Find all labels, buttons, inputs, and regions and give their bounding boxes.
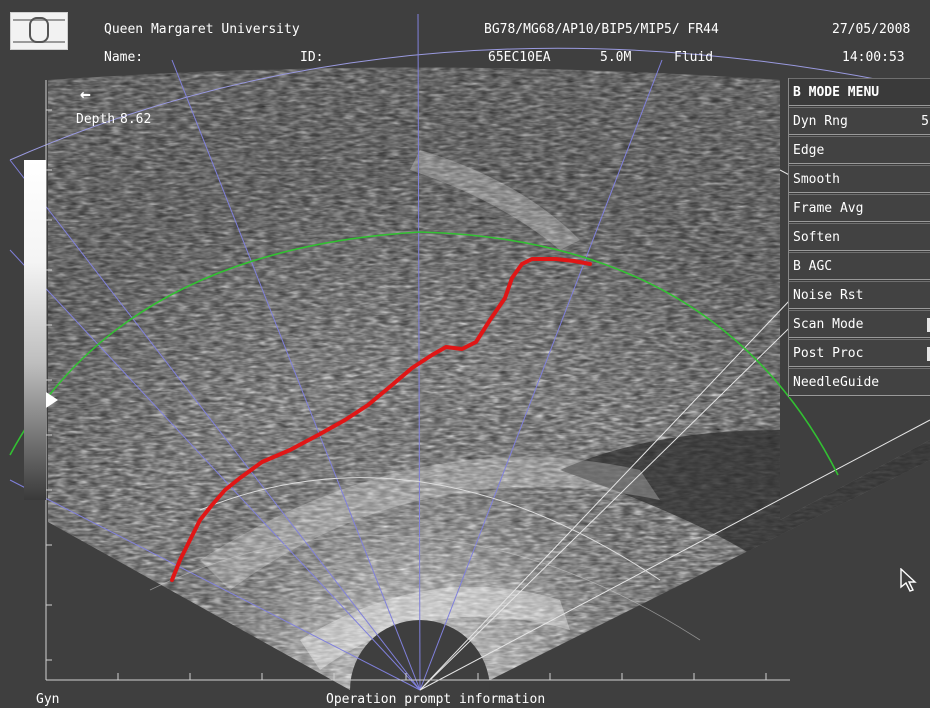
depth-value: 8.62 — [120, 112, 152, 127]
university-logo-icon — [10, 12, 68, 50]
dyn-rng-value: 5 — [921, 114, 929, 129]
exam-time: 14:00:53 — [842, 50, 905, 65]
probe-frequency: 5.0M — [600, 50, 632, 65]
gray-scale-bar — [24, 160, 46, 500]
b-mode-menu: B MODE MENU Dyn Rng 5 Edge Smooth Frame A… — [788, 78, 930, 397]
menu-item-post-proc[interactable]: Post Proc — [789, 339, 930, 367]
gain-label: Gyn — [36, 692, 60, 707]
mouse-pointer-icon — [900, 568, 917, 592]
institution-name: Queen Margaret University — [104, 22, 300, 37]
menu-item-needle-guide[interactable]: NeedleGuide — [789, 368, 930, 396]
menu-item-frame-avg[interactable]: Frame Avg — [789, 194, 930, 222]
patient-id-label: ID: — [300, 50, 324, 65]
depth-label: Depth — [76, 112, 116, 127]
menu-item-b-agc[interactable]: B AGC — [789, 252, 930, 280]
menu-item-soften[interactable]: Soften — [789, 223, 930, 251]
operation-prompt: Operation prompt information — [326, 692, 546, 707]
acquisition-settings: BG78/MG68/AP10/BIP5/MIP5/ FR44 — [484, 22, 719, 37]
menu-item-scan-mode[interactable]: Scan Mode — [789, 310, 930, 338]
patient-name-label: Name: — [104, 50, 144, 65]
menu-item-noise-rst[interactable]: Noise Rst — [789, 281, 930, 309]
menu-item-smooth[interactable]: Smooth — [789, 165, 930, 193]
menu-item-edge[interactable]: Edge — [789, 136, 930, 164]
arrow-left-icon[interactable]: ← — [80, 84, 91, 105]
menu-title: B MODE MENU — [789, 78, 930, 106]
exam-date: 27/05/2008 — [832, 22, 911, 37]
probe-model: 65EC10EA — [488, 50, 551, 65]
menu-item-dyn-rng[interactable]: Dyn Rng 5 — [789, 107, 930, 135]
exam-preset: Fluid — [674, 50, 714, 65]
